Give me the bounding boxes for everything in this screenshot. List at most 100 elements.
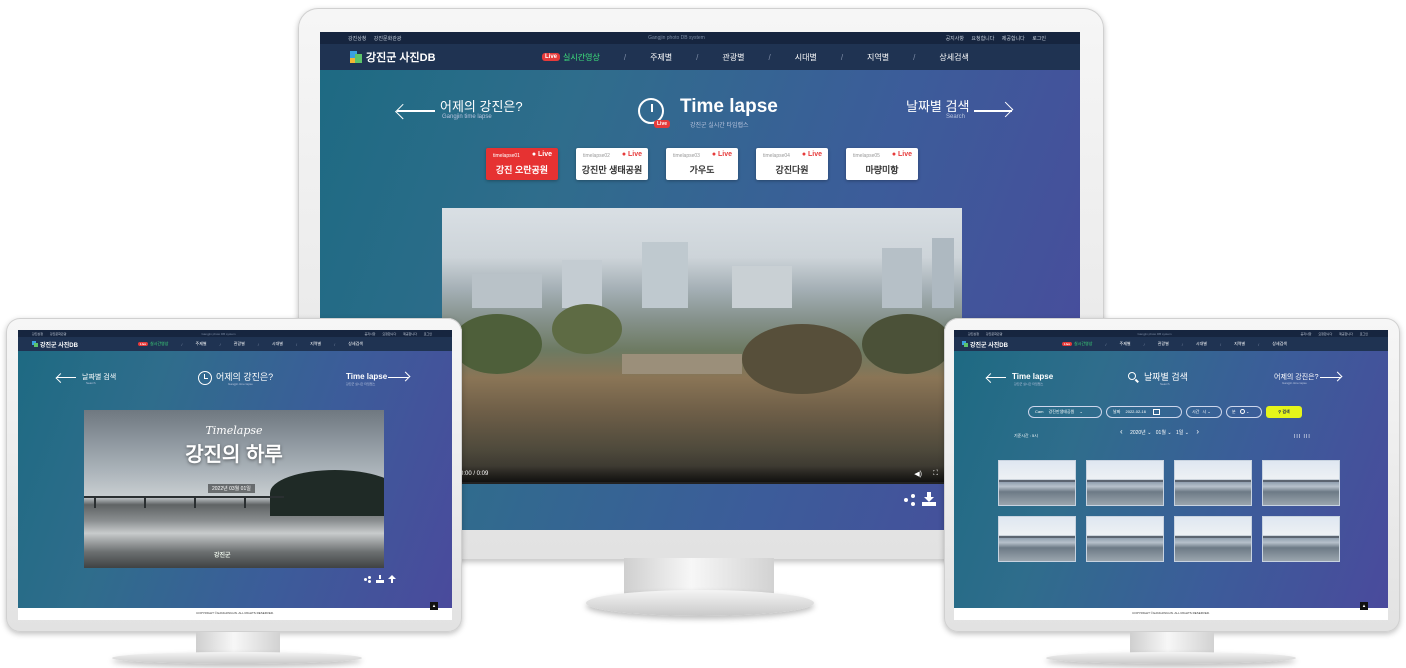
tab-live-indicator: ● Live bbox=[801, 151, 822, 158]
util-link[interactable]: 강진상청 bbox=[968, 332, 979, 336]
nav-region[interactable]: 지역별 bbox=[1234, 341, 1245, 347]
util-request[interactable]: 요청합니다 bbox=[382, 332, 396, 336]
video-progress-bar[interactable] bbox=[442, 482, 962, 484]
tab-camera-2[interactable]: timelapse02 ● Live 강진만 생태공원 bbox=[576, 148, 648, 180]
util-notice[interactable]: 공지사항 bbox=[946, 36, 964, 42]
prev-section-link[interactable]: Time lapse 강진군 실시간 타임랩스 bbox=[985, 370, 1076, 390]
camera-select[interactable]: Cam 강진만생태공원 ⌄ bbox=[1028, 406, 1102, 418]
monitor-stand-base bbox=[1046, 652, 1296, 664]
volume-icon[interactable]: ◀) bbox=[914, 470, 922, 478]
tab-camera-1[interactable]: timelapse01 ● Live 강진 오란공원 bbox=[486, 148, 558, 180]
nav-detail-search[interactable]: 상세검색 bbox=[939, 52, 968, 63]
scroll-top-button[interactable]: ▴ bbox=[430, 602, 438, 610]
thumbnail[interactable] bbox=[1086, 460, 1164, 506]
date-field[interactable]: 날짜 2022-02-16 bbox=[1106, 406, 1182, 418]
scroll-top-button[interactable]: ▴ bbox=[1360, 602, 1368, 610]
nav-era[interactable]: 시대별 bbox=[1196, 341, 1207, 347]
copyright-text: COPYRIGHT ©GANGJINGUN. ALL RIGHTS RESERV… bbox=[196, 611, 274, 615]
util-request[interactable]: 요청합니다 bbox=[971, 36, 994, 42]
nav-tourism[interactable]: 관광별 bbox=[722, 52, 744, 63]
util-link[interactable]: 강진상청 bbox=[32, 332, 43, 336]
prev-section-link[interactable]: 어제의 강진은? Gangjin time lapse bbox=[395, 94, 536, 126]
util-link[interactable]: 강진문화관광 bbox=[374, 36, 402, 42]
thumbnail[interactable] bbox=[1174, 460, 1252, 506]
next-section-link[interactable]: Time lapse 강진군 실시간 타임랩스 bbox=[344, 370, 424, 390]
util-provide[interactable]: 제공합니다 bbox=[1339, 332, 1353, 336]
site-logo[interactable]: 강진군 사진DB bbox=[32, 340, 124, 349]
util-notice[interactable]: 공지사항 bbox=[365, 332, 376, 336]
chevron-left-icon[interactable]: ‹ bbox=[1120, 427, 1123, 436]
nav-theme[interactable]: 주제별 bbox=[1120, 341, 1131, 347]
util-link[interactable]: 강진상청 bbox=[348, 36, 366, 42]
thumbnail[interactable] bbox=[998, 516, 1076, 562]
timelapse-video[interactable]: Timelapse 강진의 하루 2022년 03월 01일 강진군 bbox=[84, 410, 384, 568]
thumbnail[interactable] bbox=[1086, 516, 1164, 562]
thumbnail[interactable] bbox=[1174, 516, 1252, 562]
arrow-left-icon bbox=[985, 372, 1006, 384]
hour-select[interactable]: 시간 시 ⌄ bbox=[1186, 406, 1222, 418]
nav-region[interactable]: 지역별 bbox=[310, 341, 321, 347]
thumbnail[interactable] bbox=[1262, 516, 1340, 562]
page-subtitle: Search bbox=[1160, 382, 1170, 386]
grid-view-icon[interactable]: III III bbox=[1294, 434, 1311, 440]
util-link[interactable]: 강진문화관광 bbox=[986, 332, 1003, 336]
site-logo[interactable]: 강진군 사진DB bbox=[962, 340, 1058, 349]
nav-realtime[interactable]: 실시간영상 bbox=[563, 52, 600, 63]
tab-camera-3[interactable]: timelapse03 ● Live 가우도 bbox=[666, 148, 738, 180]
search-button[interactable]: ⚲ 검색 bbox=[1266, 406, 1302, 418]
chevron-right-icon[interactable]: › bbox=[1196, 427, 1199, 436]
nav-separator: / bbox=[257, 341, 259, 347]
tab-camera-4[interactable]: timelapse04 ● Live 강진다원 bbox=[756, 148, 828, 180]
nav-realtime[interactable]: 실시간영상 bbox=[1074, 341, 1092, 347]
hour-select-value: 시 bbox=[1202, 409, 1207, 414]
util-login[interactable]: 로그인 bbox=[1360, 332, 1368, 336]
util-notice[interactable]: 공지사항 bbox=[1301, 332, 1312, 336]
nav-realtime[interactable]: 실시간영상 bbox=[150, 341, 168, 347]
utility-bar: 강진상청 강진문화관광 Gangjin photo DB system 공지사항… bbox=[320, 32, 1080, 44]
nav-detail-search[interactable]: 상세검색 bbox=[1272, 341, 1287, 347]
share-icon[interactable] bbox=[364, 576, 371, 583]
util-login[interactable]: 로그인 bbox=[1032, 36, 1046, 42]
tab-live-indicator: ● Live bbox=[531, 151, 552, 158]
prev-title: Time lapse bbox=[1012, 372, 1054, 381]
time-filter[interactable]: 기준시간 : 5시 bbox=[1014, 433, 1038, 439]
tab-label: 강진 오란공원 bbox=[495, 165, 549, 175]
util-provide[interactable]: 제공합니다 bbox=[403, 332, 417, 336]
util-request[interactable]: 요청합니다 bbox=[1318, 332, 1332, 336]
tab-cam-id: timelapse02 bbox=[583, 153, 610, 159]
park-trees bbox=[442, 304, 962, 424]
next-section-link[interactable]: 날짜별 검색 Search bbox=[888, 94, 1018, 126]
thumbnail[interactable] bbox=[998, 460, 1076, 506]
timelapse-video[interactable]: 0:00 / 0:09 ◀) ⛶ bbox=[442, 208, 962, 482]
util-provide[interactable]: 제공합니다 bbox=[1002, 36, 1025, 42]
nav-separator: / bbox=[1105, 341, 1107, 347]
nav-tourism[interactable]: 관광별 bbox=[1158, 341, 1169, 347]
day-select[interactable]: 1일 bbox=[1176, 430, 1183, 436]
nav-era[interactable]: 시대별 bbox=[272, 341, 283, 347]
year-select[interactable]: 2020년 bbox=[1130, 430, 1146, 436]
nav-region[interactable]: 지역별 bbox=[867, 52, 889, 63]
tab-camera-5[interactable]: timelapse05 ● Live 마량미항 bbox=[846, 148, 918, 180]
site-logo[interactable]: 강진군 사진DB bbox=[350, 49, 520, 65]
download-icon[interactable] bbox=[922, 492, 936, 506]
next-subtitle: Search bbox=[946, 114, 966, 120]
thumbnail[interactable] bbox=[1262, 460, 1340, 506]
fullscreen-icon[interactable]: ⛶ bbox=[933, 470, 938, 478]
nav-era[interactable]: 시대별 bbox=[795, 52, 817, 63]
nav-theme[interactable]: 주제별 bbox=[196, 341, 207, 347]
month-select[interactable]: 01월 bbox=[1156, 430, 1166, 436]
nav-theme[interactable]: 주제별 bbox=[650, 52, 672, 63]
prev-section-link[interactable]: 날짜별 검색 Search bbox=[55, 370, 146, 390]
bridge bbox=[84, 496, 284, 498]
share-icon[interactable] bbox=[904, 494, 916, 506]
nav-tourism[interactable]: 관광별 bbox=[234, 341, 245, 347]
upload-icon[interactable] bbox=[388, 575, 396, 583]
download-icon[interactable] bbox=[376, 575, 384, 583]
nav-detail-search[interactable]: 상세검색 bbox=[348, 341, 363, 347]
next-section-link[interactable]: 어제의 강진은? Gangjin time lapse bbox=[1272, 370, 1362, 390]
util-login[interactable]: 로그인 bbox=[424, 332, 432, 336]
copyright-text: COPYRIGHT ©GANGJINGUN. ALL RIGHTS RESERV… bbox=[1132, 611, 1210, 615]
calendar-icon[interactable] bbox=[1153, 408, 1161, 415]
util-link[interactable]: 강진문화관광 bbox=[50, 332, 67, 336]
minute-select[interactable]: 분 ⌄ bbox=[1226, 406, 1262, 418]
